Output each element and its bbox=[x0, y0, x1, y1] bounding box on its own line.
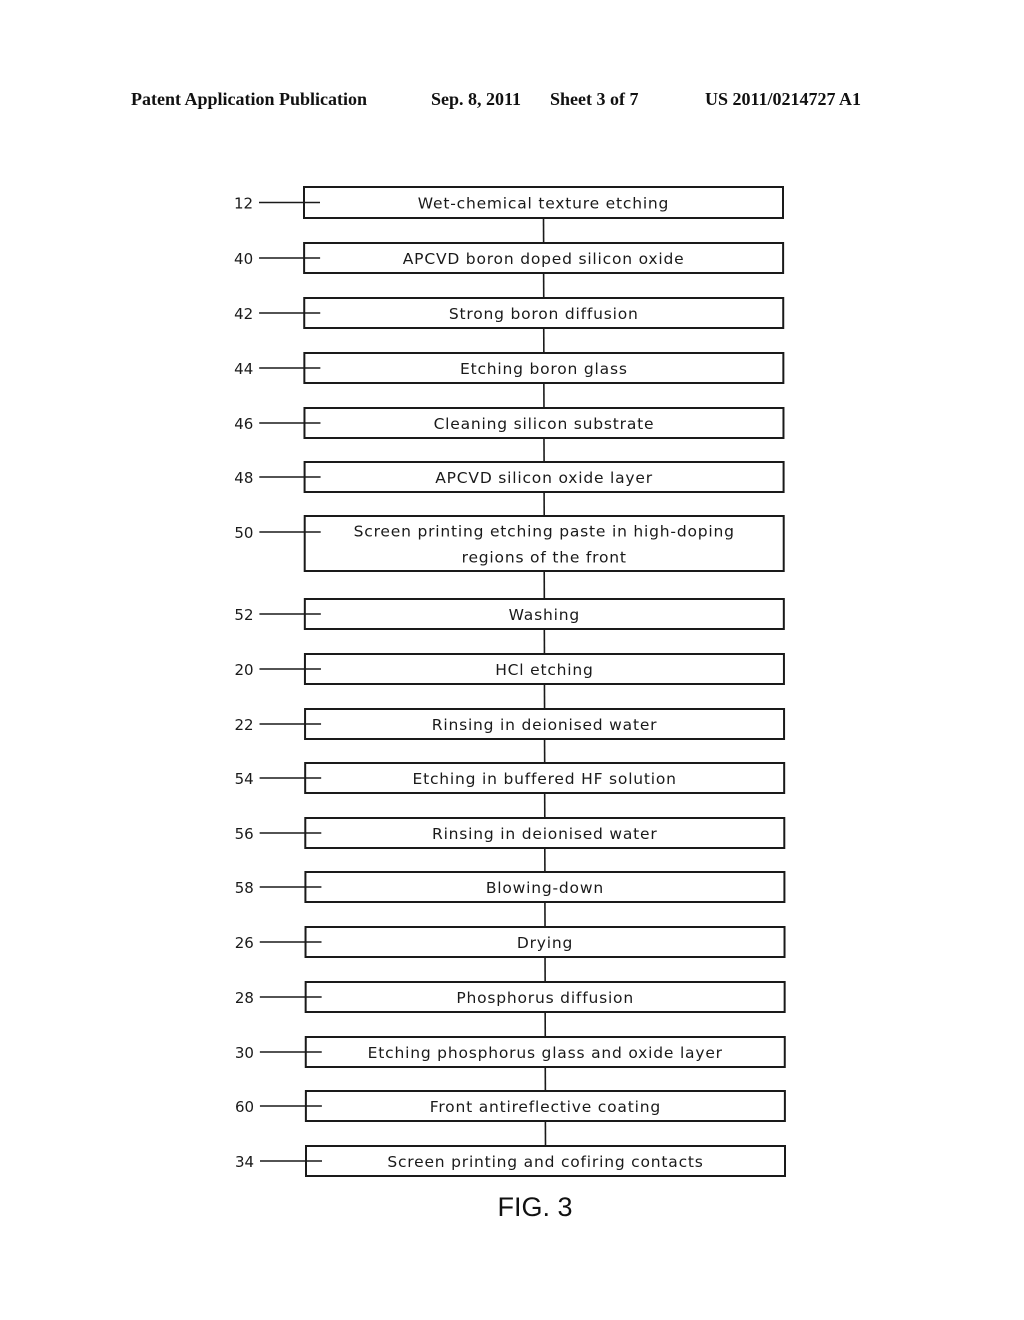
reference-numeral: 34 bbox=[235, 1153, 254, 1171]
step-label: regions of the front bbox=[462, 549, 627, 567]
step-label: Etching phosphorus glass and oxide layer bbox=[368, 1044, 723, 1062]
step-label: Washing bbox=[509, 606, 580, 624]
reference-numeral: 30 bbox=[235, 1044, 254, 1062]
flow-step: Strong boron diffusion 42 bbox=[234, 297, 785, 329]
flow-step: Etching boron glass 44 bbox=[234, 352, 785, 384]
flow-step: Washing 52 bbox=[234, 598, 785, 630]
flow-step: Blowing-down 58 bbox=[235, 871, 786, 903]
reference-numeral: 20 bbox=[234, 661, 253, 679]
step-label: Screen printing etching paste in high-do… bbox=[354, 523, 735, 541]
reference-numeral: 52 bbox=[234, 606, 253, 624]
step-label: APCVD silicon oxide layer bbox=[435, 469, 653, 487]
step-label: Blowing-down bbox=[486, 879, 604, 897]
reference-numeral: 22 bbox=[235, 716, 254, 734]
flow-step: Cleaning silicon substrate 46 bbox=[234, 407, 785, 439]
flow-step: APCVD silicon oxide layer 48 bbox=[234, 461, 785, 493]
flow-step: HCl etching 20 bbox=[234, 653, 785, 685]
step-label: Etching in buffered HF solution bbox=[413, 770, 677, 788]
step-label: APCVD boron doped silicon oxide bbox=[403, 250, 685, 268]
flowchart-steps: Wet-chemical texture etching 12 APCVD boro… bbox=[234, 186, 786, 1177]
reference-numeral: 54 bbox=[235, 770, 254, 788]
step-label: Front antireflective coating bbox=[430, 1098, 661, 1116]
step-label: Drying bbox=[517, 934, 573, 952]
flow-step: Etching phosphorus glass and oxide layer… bbox=[235, 1036, 786, 1068]
reference-numeral: 12 bbox=[234, 195, 253, 213]
step-label: Rinsing in deionised water bbox=[432, 825, 658, 843]
flow-step: Wet-chemical texture etching 12 bbox=[234, 186, 784, 219]
flow-step: Drying 26 bbox=[235, 926, 786, 958]
reference-numeral: 50 bbox=[234, 524, 253, 542]
step-label: Rinsing in deionised water bbox=[432, 716, 658, 734]
flow-step: Screen printing etching paste in high-do… bbox=[234, 515, 785, 572]
step-label: Cleaning silicon substrate bbox=[434, 415, 655, 433]
process-flowchart: Wet-chemical texture etching 12 APCVD boro… bbox=[234, 186, 786, 1177]
reference-numeral: 48 bbox=[234, 469, 253, 487]
flow-step: Screen printing and cofiring contacts 34 bbox=[235, 1145, 786, 1177]
step-label: Etching boron glass bbox=[460, 360, 628, 378]
flow-step: Front antireflective coating 60 bbox=[235, 1090, 786, 1122]
step-label: Wet-chemical texture etching bbox=[418, 195, 669, 213]
reference-numeral: 46 bbox=[234, 415, 253, 433]
reference-numeral: 58 bbox=[235, 879, 254, 897]
flow-step: Rinsing in deionised water 22 bbox=[235, 708, 786, 740]
step-label: Strong boron diffusion bbox=[449, 305, 639, 323]
reference-numeral: 42 bbox=[234, 305, 253, 323]
figure-label: FIG. 3 bbox=[497, 1192, 573, 1222]
flow-step: Rinsing in deionised water 56 bbox=[235, 817, 786, 849]
reference-numeral: 40 bbox=[234, 250, 253, 268]
reference-numeral: 28 bbox=[235, 989, 254, 1007]
step-label: Phosphorus diffusion bbox=[456, 989, 634, 1007]
step-label: HCl etching bbox=[495, 661, 593, 679]
reference-numeral: 44 bbox=[234, 360, 253, 378]
flow-step: Etching in buffered HF solution 54 bbox=[235, 762, 786, 794]
step-label: Screen printing and cofiring contacts bbox=[387, 1153, 703, 1171]
reference-numeral: 26 bbox=[235, 934, 254, 952]
reference-numeral: 56 bbox=[235, 825, 254, 843]
flow-step: APCVD boron doped silicon oxide 40 bbox=[234, 242, 785, 274]
flow-step: Phosphorus diffusion 28 bbox=[235, 981, 786, 1013]
reference-numeral: 60 bbox=[235, 1098, 254, 1116]
